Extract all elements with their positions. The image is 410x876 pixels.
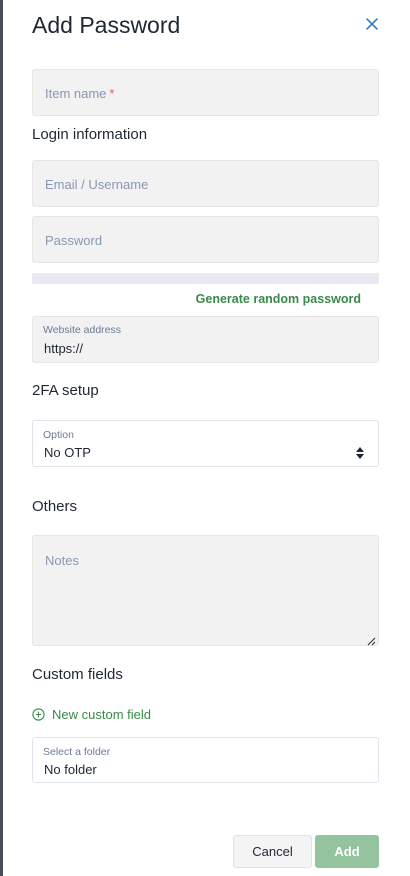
password-field[interactable]: Password (32, 216, 379, 263)
item-name-field[interactable]: Item name * (32, 69, 379, 116)
resize-grip-icon[interactable] (366, 633, 376, 646)
password-strength-bar (32, 273, 379, 284)
notes-placeholder: Notes (45, 553, 79, 568)
item-name-placeholder: Item name * (45, 86, 115, 101)
folder-select[interactable]: Select a folder No folder (32, 737, 379, 783)
backdrop-edge (0, 0, 3, 876)
required-mark: * (109, 86, 115, 101)
2fa-setup-heading: 2FA setup (32, 382, 99, 399)
website-value: https:// (44, 341, 84, 356)
notes-textarea[interactable]: Notes (32, 535, 379, 646)
option-value: No OTP (44, 445, 91, 460)
new-custom-field-label: New custom field (52, 707, 151, 722)
close-icon[interactable] (362, 14, 382, 34)
folder-label: Select a folder (43, 746, 111, 758)
generate-random-password-link[interactable]: Generate random password (196, 292, 361, 306)
plus-circle-icon (32, 708, 45, 721)
dialog-title: Add Password (32, 12, 181, 38)
others-heading: Others (32, 498, 78, 515)
cancel-button[interactable]: Cancel (233, 835, 312, 868)
website-field[interactable]: Website address https:// (32, 316, 379, 363)
email-field[interactable]: Email / Username (32, 160, 379, 207)
new-custom-field-button[interactable]: New custom field (32, 707, 151, 722)
option-label: Option (43, 429, 74, 441)
sort-caret-icon (356, 446, 364, 459)
otp-option-select[interactable]: Option No OTP (32, 420, 379, 467)
login-information-heading: Login information (32, 126, 148, 143)
folder-value: No folder (44, 762, 97, 777)
password-placeholder: Password (45, 233, 103, 248)
custom-fields-heading: Custom fields (32, 666, 123, 683)
website-label: Website address (43, 324, 122, 336)
email-placeholder: Email / Username (45, 177, 149, 192)
add-button[interactable]: Add (315, 835, 379, 868)
